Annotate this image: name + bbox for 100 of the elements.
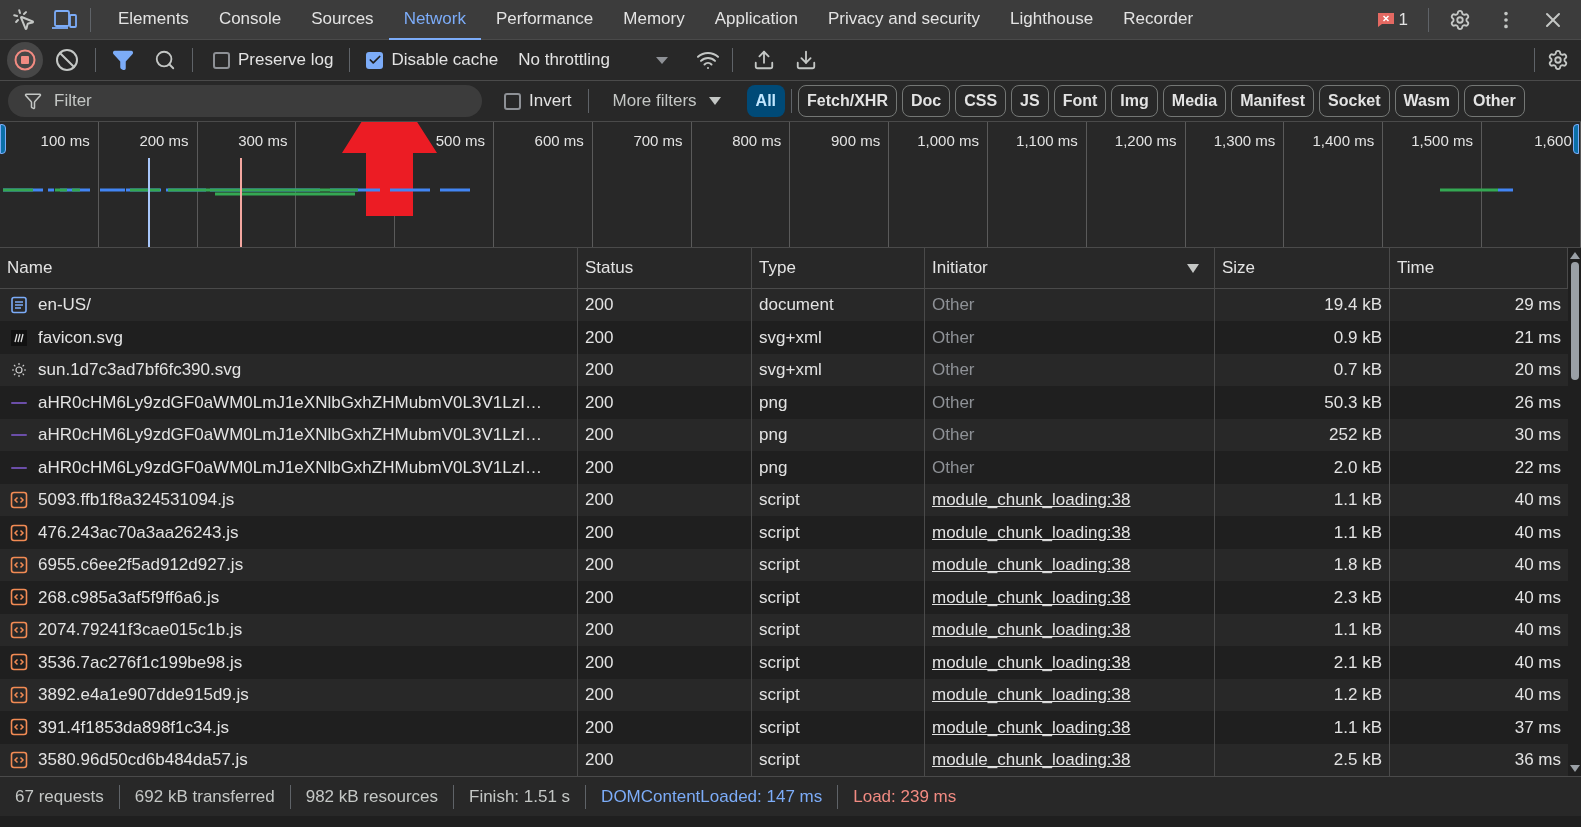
initiator-link[interactable]: module_chunk_loading:38 (932, 552, 1131, 578)
filter-icon[interactable] (112, 49, 134, 71)
timeline-tick-label: 700 ms (633, 131, 683, 151)
checkbox[interactable] (213, 51, 230, 69)
table-cell-text: 2074.79241f3cae015c1b.js (38, 619, 243, 642)
panel-tab[interactable]: Memory (608, 0, 700, 40)
initiator-link[interactable]: module_chunk_loading:38 (932, 714, 1131, 741)
range-handle[interactable] (0, 124, 6, 154)
type-filter-chip[interactable]: Font (1053, 85, 1107, 117)
table-cell-text: 1.1 kB (1333, 716, 1382, 739)
checkbox[interactable] (504, 92, 521, 110)
device-toolbar-icon[interactable] (52, 8, 78, 31)
table-cell-text: 40 ms (1514, 554, 1561, 577)
table-cell-text: 5093.ffb1f8a324531094.js (38, 489, 235, 512)
type-filter-chip[interactable]: Manifest (1231, 85, 1315, 117)
table-cell-text: aHR0cHM6Ly9zdGF0aWM0LmJ1eXNlbGxhZHMubmV0L3V1LzI… (38, 456, 542, 479)
initiator-link[interactable]: module_chunk_loading:38 (932, 584, 1131, 611)
column-header[interactable]: Type (752, 248, 925, 288)
panel-tab[interactable]: Privacy and security (812, 0, 995, 40)
table-cell-text: 6955.c6ee2f5ad912d927.js (38, 554, 244, 577)
panel-tab[interactable]: Application (699, 0, 813, 40)
clear-icon[interactable] (55, 48, 79, 72)
panel-tab[interactable]: Sources (296, 0, 389, 40)
table-cell-text: 2.0 kB (1333, 456, 1382, 479)
column-header[interactable]: Size (1215, 248, 1390, 288)
table-cell-text: 200 (585, 326, 614, 349)
timeline-tick-label: 600 ms (534, 131, 584, 151)
table-cell-text: script (759, 554, 800, 577)
inspect-element-icon[interactable] (12, 7, 36, 32)
type-filter-chip[interactable]: Other (1464, 85, 1525, 117)
type-filter-chip[interactable]: Doc (901, 85, 951, 117)
invert-checkbox[interactable]: Invert (500, 88, 576, 114)
request-row[interactable]: 2074.79241f3cae015c1b.js 200 script module_chunk_loading:38 1.1 kB 40 ms (0, 613, 1568, 647)
type-filter-chip[interactable]: Img (1111, 85, 1158, 117)
table-cell-text: 200 (585, 749, 614, 772)
filter-field[interactable]: Filter (8, 85, 482, 117)
type-filter-chip[interactable]: Media (1162, 85, 1227, 117)
scroll-down-icon[interactable] (1569, 765, 1580, 772)
initiator-link[interactable]: module_chunk_loading:38 (932, 519, 1131, 546)
table-cell-text: 200 (585, 424, 614, 447)
throttling-dropdown[interactable]: No throttling (518, 47, 668, 73)
range-handle[interactable] (1573, 124, 1579, 154)
table-cell-text: script (759, 651, 800, 674)
request-row[interactable]: 3580.96d50cd6b484da57.js 200 script module_chunk_loading:38 2.5 kB 36 ms (0, 743, 1568, 777)
scroll-up-icon[interactable] (1569, 252, 1580, 259)
type-filter-chip[interactable]: Socket (1319, 85, 1390, 117)
table-cell-text: 40 ms (1514, 684, 1561, 707)
request-row[interactable]: 5093.ffb1f8a324531094.js 200 script module_chunk_loading:38 1.1 kB 40 ms (0, 483, 1568, 517)
request-row[interactable]: 6955.c6ee2f5ad912d927.js 200 script module_chunk_loading:38 1.8 kB 40 ms (0, 548, 1568, 582)
timeline-tick-label: 1,500 ms (1411, 131, 1473, 151)
request-row[interactable]: 3892.e4a1e907dde915d9.js 200 script module_chunk_loading:38 1.2 kB 40 ms (0, 678, 1568, 712)
type-filter-chip[interactable]: Wasm (1394, 85, 1460, 117)
error-counter[interactable]: 1 (1376, 6, 1408, 33)
column-header[interactable]: Status (578, 248, 752, 288)
panel-tab[interactable]: Elements (103, 0, 204, 40)
column-header[interactable]: Initiator (925, 248, 1215, 288)
panel-tab[interactable]: Lighthouse (995, 0, 1109, 40)
script-icon (10, 718, 28, 737)
more-filters-dropdown[interactable]: More filters (612, 88, 721, 114)
import-icon[interactable] (752, 49, 775, 71)
export-icon[interactable] (794, 49, 817, 71)
type-filter-chip[interactable]: JS (1011, 85, 1049, 117)
request-row[interactable]: en-US/ 200 document Other 19.4 kB 29 ms (0, 289, 1568, 322)
initiator-link[interactable]: module_chunk_loading:38 (932, 682, 1131, 708)
logo-icon (11, 329, 27, 346)
type-filter-chip[interactable]: Fetch/XHR (798, 85, 897, 117)
initiator-link[interactable]: module_chunk_loading:38 (932, 487, 1131, 513)
request-row[interactable]: sun.1d7c3ad7bf6fc390.svg 200 svg+xml Other 0.7 kB 20 ms (0, 353, 1568, 387)
request-row[interactable]: aHR0cHM6Ly9zdGF0aWM0LmJ1eXNlbGxhZHMubmV0L3V1LzI… 200 png Other 252 kB 30 ms (0, 418, 1568, 452)
preserve-log-checkbox[interactable]: Preserve log (209, 47, 338, 73)
sort-icon (1187, 263, 1199, 273)
table-cell-text: 2.1 kB (1333, 651, 1382, 674)
column-header[interactable]: Name (0, 248, 578, 288)
status-text: 982 kB resources (304, 785, 439, 808)
status-text: DOMContentLoaded: 147 ms (600, 785, 824, 808)
panel-tab[interactable]: Recorder (1108, 0, 1209, 40)
table-cell-text: script (759, 489, 800, 512)
timeline-tick-label: 200 ms (139, 131, 189, 151)
status-text: 692 kB transferred (133, 785, 276, 808)
timeline-tick-label: 800 ms (732, 131, 782, 151)
table-cell-text: 200 (585, 391, 614, 414)
initiator-link[interactable]: module_chunk_loading:38 (932, 747, 1131, 773)
scrollbar-thumb[interactable] (1570, 262, 1579, 380)
type-filter-chip[interactable]: CSS (955, 85, 1007, 117)
disable-cache-checkbox[interactable]: Disable cache (362, 47, 503, 73)
initiator-link[interactable]: module_chunk_loading:38 (932, 649, 1131, 676)
search-icon[interactable] (154, 49, 176, 71)
table-cell-text: 1.8 kB (1333, 554, 1382, 577)
dropdown-caret-icon (708, 97, 721, 105)
initiator-link[interactable]: module_chunk_loading:38 (932, 617, 1131, 643)
timeline-tick-label: 1,600 (1534, 131, 1572, 151)
panel-tab[interactable]: Console (203, 0, 297, 40)
panel-tab[interactable]: Performance (481, 0, 609, 40)
record-button[interactable] (7, 42, 43, 78)
settings-icon[interactable] (1449, 8, 1471, 31)
table-cell-text: Other (932, 424, 975, 447)
checkbox[interactable] (366, 51, 384, 69)
type-filter-chip[interactable]: All (746, 85, 786, 117)
table-cell-text: png (759, 424, 788, 447)
network-settings-icon[interactable] (1547, 49, 1569, 71)
